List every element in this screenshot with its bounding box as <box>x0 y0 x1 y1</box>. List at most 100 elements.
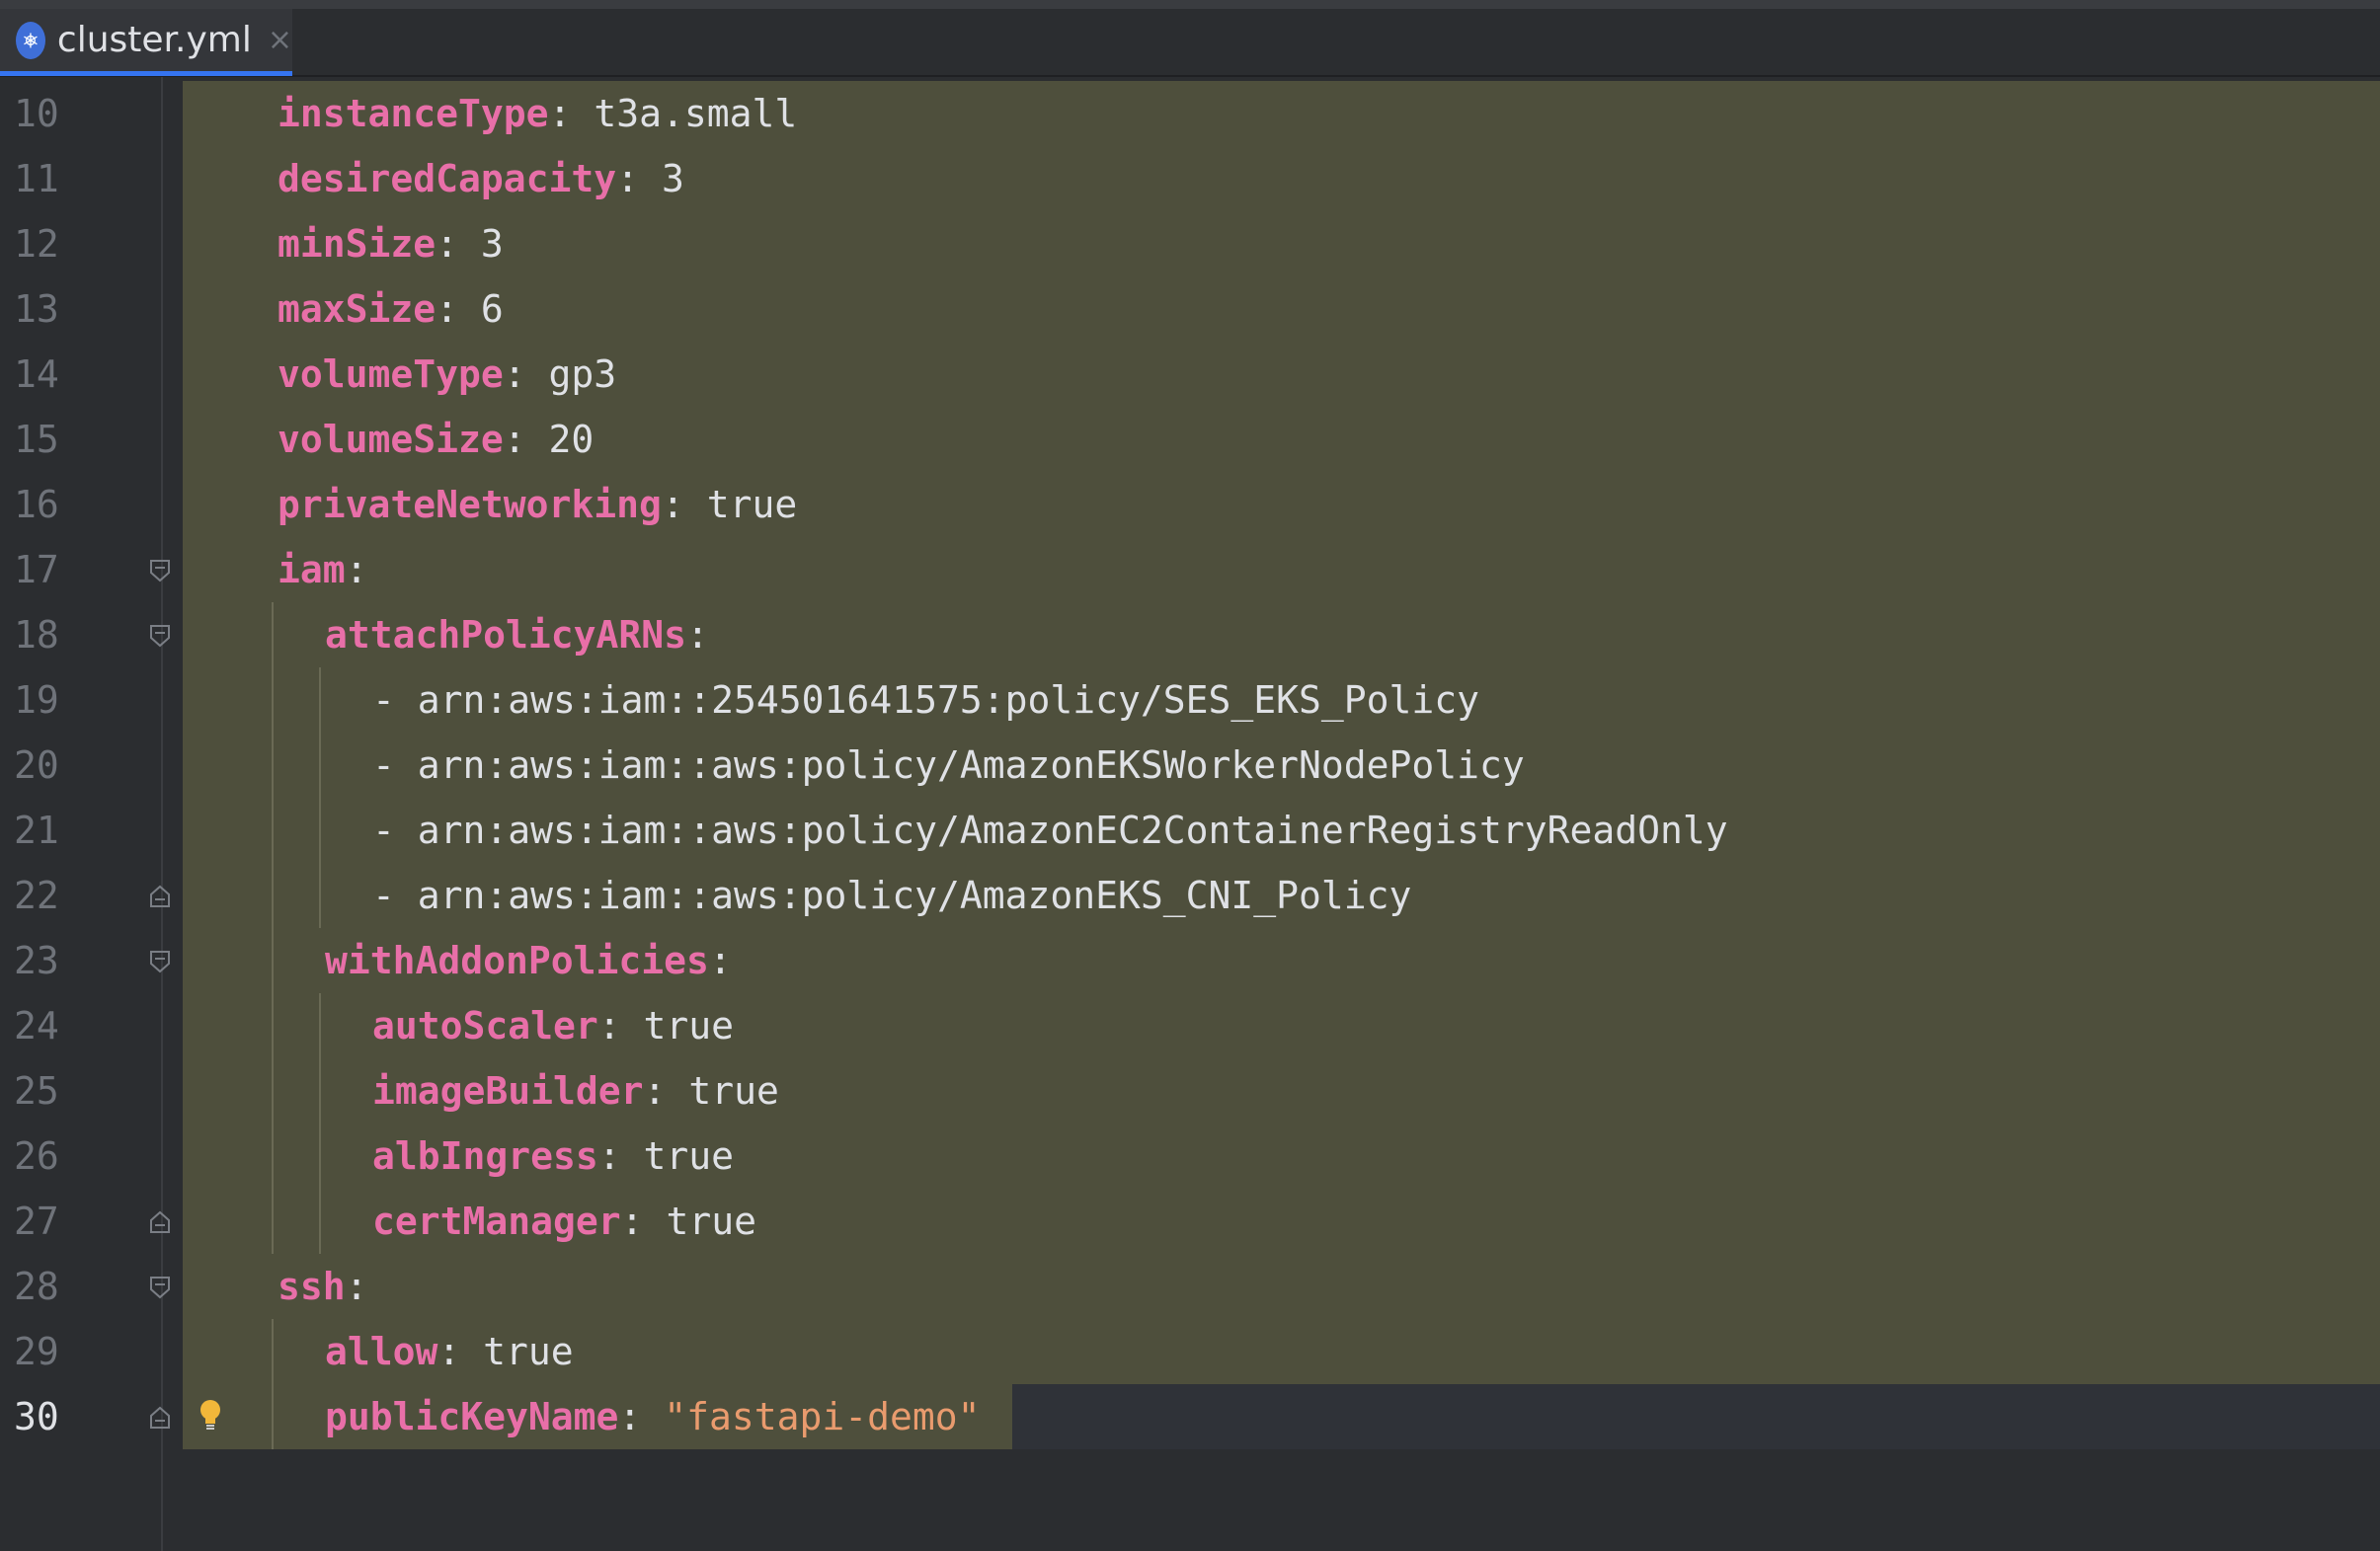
indent-guide <box>272 1319 274 1384</box>
indent-guide <box>319 863 321 928</box>
yaml-separator: : <box>620 1200 667 1243</box>
yaml-separator: : <box>436 287 481 331</box>
code-line[interactable]: 26 albIngress: true <box>0 1124 2380 1189</box>
kubernetes-icon: ⎈ <box>16 21 45 59</box>
indent-guide <box>319 1124 321 1189</box>
code-line[interactable]: 28 ssh: <box>0 1254 2380 1319</box>
line-number: 23 <box>14 939 59 982</box>
code-text: publicKeyName: "fastapi-demo" <box>183 1384 1012 1449</box>
code-line[interactable]: 10 instanceType: t3a.small <box>0 81 2380 146</box>
line-number: 19 <box>14 678 59 722</box>
code-text: minSize: 3 <box>183 211 2380 276</box>
yaml-key: imageBuilder <box>372 1069 644 1113</box>
code-line[interactable]: 15 volumeSize: 20 <box>0 407 2380 472</box>
line-number: 21 <box>14 809 59 852</box>
yaml-value: 3 <box>480 222 504 266</box>
code-line[interactable]: 29 allow: true <box>0 1319 2380 1384</box>
indent-guide <box>272 1058 274 1124</box>
fold-end-icon[interactable] <box>146 1208 174 1236</box>
code-line[interactable]: 14 volumeType: gp3 <box>0 342 2380 407</box>
yaml-separator: : <box>616 157 662 200</box>
code-line[interactable]: 23 withAddonPolicies: <box>0 928 2380 993</box>
code-text: volumeType: gp3 <box>183 342 2380 407</box>
code-text: attachPolicyARNs: <box>183 602 2380 667</box>
yaml-key: volumeType <box>278 352 504 396</box>
code-text: - arn:aws:iam::aws:policy/AmazonEKSWorke… <box>183 733 2380 798</box>
lightbulb-icon[interactable] <box>198 1398 223 1432</box>
indent-guide <box>272 1189 274 1254</box>
yaml-separator: : <box>436 222 481 266</box>
code-text: ssh: <box>183 1254 2380 1319</box>
code-line[interactable]: 18 attachPolicyARNs: <box>0 602 2380 667</box>
code-line[interactable]: 11 desiredCapacity: 3 <box>0 146 2380 211</box>
tab-filename: cluster.yml <box>56 20 252 60</box>
fold-end-icon[interactable] <box>146 883 174 910</box>
indent-guide <box>319 993 321 1058</box>
code-line[interactable]: 22 - arn:aws:iam::aws:policy/AmazonEKS_CN… <box>0 863 2380 928</box>
code-text: iam: <box>183 537 2380 602</box>
indent-guide <box>272 993 274 1058</box>
yaml-value: t3a.small <box>594 92 798 135</box>
yaml-separator: : <box>643 1069 689 1113</box>
yaml-value: 20 <box>548 418 595 461</box>
yaml-separator: : <box>661 483 707 526</box>
indent-guide <box>319 667 321 733</box>
yaml-key: volumeSize <box>278 418 504 461</box>
yaml-key: attachPolicyARNs <box>325 613 687 657</box>
yaml-value: true <box>666 1200 756 1243</box>
line-number: 26 <box>14 1134 59 1178</box>
yaml-separator: : <box>548 92 595 135</box>
indent-guide <box>319 798 321 863</box>
close-icon[interactable]: × <box>268 23 292 57</box>
yaml-value: true <box>643 1004 735 1047</box>
yaml-value: - arn:aws:iam::aws:policy/AmazonEKS_CNI_… <box>372 874 1412 917</box>
line-number: 16 <box>14 483 59 526</box>
code-editor[interactable]: 10 instanceType: t3a.small 11 desiredCapaci… <box>0 77 2380 1551</box>
code-text: volumeSize: 20 <box>183 407 2380 472</box>
line-number: 10 <box>14 92 59 135</box>
fold-open-icon[interactable] <box>146 948 174 975</box>
code-line[interactable]: 27 certManager: true <box>0 1189 2380 1254</box>
fold-open-icon[interactable] <box>146 622 174 650</box>
code-line[interactable]: 19 - arn:aws:iam::254501641575:policy/SES… <box>0 667 2380 733</box>
yaml-value: - arn:aws:iam::254501641575:policy/SES_E… <box>372 678 1480 722</box>
code-text: desiredCapacity: 3 <box>183 146 2380 211</box>
yaml-key: minSize <box>278 222 436 266</box>
indent-guide <box>272 928 274 993</box>
code-text: allow: true <box>183 1319 2380 1384</box>
yaml-key: privateNetworking <box>278 483 662 526</box>
line-number: 25 <box>14 1069 59 1113</box>
fold-open-icon[interactable] <box>146 557 174 584</box>
yaml-separator: : <box>597 1004 644 1047</box>
fold-open-icon[interactable] <box>146 1274 174 1301</box>
code-line[interactable]: 13 maxSize: 6 <box>0 276 2380 342</box>
code-line[interactable]: 24 autoScaler: true <box>0 993 2380 1058</box>
yaml-key: withAddonPolicies <box>325 939 709 982</box>
yaml-separator: : <box>345 1265 368 1308</box>
fold-end-icon[interactable] <box>146 1404 174 1432</box>
yaml-separator: : <box>503 352 549 396</box>
code-line[interactable]: 21 - arn:aws:iam::aws:policy/AmazonEC2Con… <box>0 798 2380 863</box>
yaml-string-value: "fastapi-demo" <box>664 1395 981 1438</box>
code-line[interactable]: 25 imageBuilder: true <box>0 1058 2380 1124</box>
line-number: 29 <box>14 1330 59 1373</box>
code-line[interactable]: 20 - arn:aws:iam::aws:policy/AmazonEKSWor… <box>0 733 2380 798</box>
indent-guide <box>272 667 274 733</box>
indent-guide <box>272 733 274 798</box>
code-line[interactable]: 30 publicKeyName: "fastapi-demo" <box>0 1384 2380 1449</box>
indent-guide <box>272 798 274 863</box>
tab-cluster-yml[interactable]: ⎈ cluster.yml × <box>0 9 292 76</box>
code-line[interactable]: 17 iam: <box>0 537 2380 602</box>
line-number: 27 <box>14 1200 59 1243</box>
yaml-key: ssh <box>278 1265 346 1308</box>
line-number: 20 <box>14 743 59 787</box>
code-line[interactable]: 16 privateNetworking: true <box>0 472 2380 537</box>
line-number: 14 <box>14 352 59 396</box>
yaml-separator: : <box>503 418 549 461</box>
indent-guide <box>272 1384 274 1449</box>
indent-guide <box>272 602 274 667</box>
line-number: 30 <box>14 1395 59 1438</box>
code-text: maxSize: 6 <box>183 276 2380 342</box>
code-line[interactable]: 12 minSize: 3 <box>0 211 2380 276</box>
yaml-value: 6 <box>480 287 504 331</box>
